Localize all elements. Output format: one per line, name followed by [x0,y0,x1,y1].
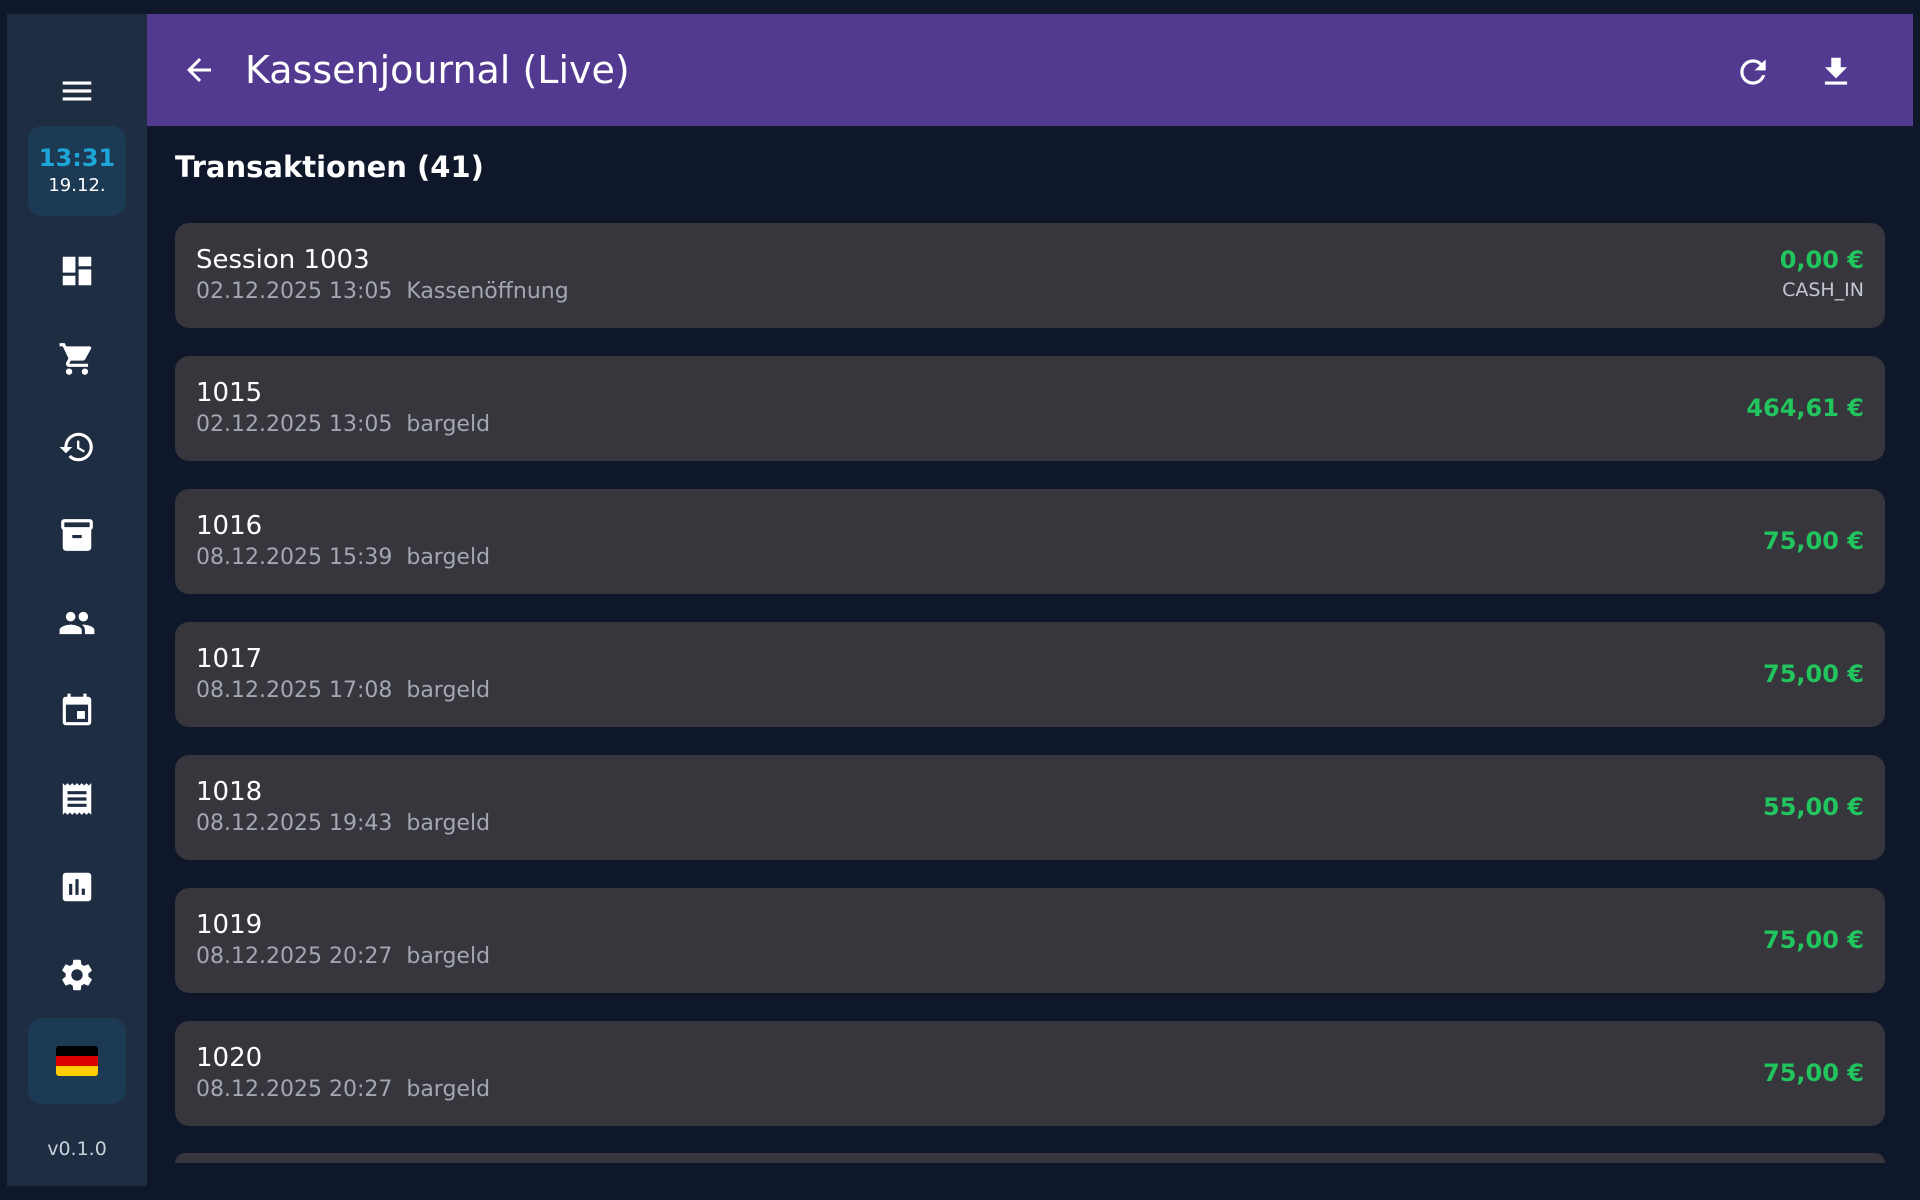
transaction-name: Session 1003 [196,245,370,275]
transaction-amount: 55,00 € [1763,793,1864,821]
download-icon [1824,57,1848,85]
transaction-datetime: 08.12.2025 20:27 [196,944,393,969]
transaction-datetime: 08.12.2025 17:08 [196,678,393,703]
nav-settings[interactable] [7,945,147,1005]
transaction-meta: 08.12.2025 20:27 bargeld [196,1077,490,1102]
refresh-icon [1740,59,1766,85]
transaction-method: bargeld [406,678,491,703]
transaction-amount: 75,00 € [1763,527,1864,555]
transaction-type: CASH_IN [1782,279,1864,301]
transaction-method: bargeld [406,1077,491,1102]
nav-dashboard[interactable] [7,241,147,301]
download-button[interactable] [1810,46,1862,98]
transaction-card[interactable]: 1020 08.12.2025 20:27 bargeld 75,00 € [175,1021,1885,1126]
nav-calendar[interactable] [7,681,147,741]
transaction-meta: 02.12.2025 13:05 Kassenöffnung [196,279,569,304]
transaction-meta: 08.12.2025 19:43 bargeld [196,811,490,836]
people-icon [59,611,95,635]
transaction-amount: 464,61 € [1746,394,1864,422]
app-bar: Kassenjournal (Live) [147,14,1913,126]
transaction-method: bargeld [406,545,491,570]
dashboard-icon [62,256,92,286]
transaction-card[interactable]: 1015 02.12.2025 13:05 bargeld 464,61 € [175,356,1885,461]
section-title: Transaktionen (41) [175,150,484,184]
transaction-name: 1015 [196,378,263,408]
transaction-name: 1017 [196,644,263,674]
transaction-datetime: 02.12.2025 13:05 [196,412,393,437]
clock-widget: 13:31 19.12. [28,126,126,216]
flag-stripe [56,1056,98,1066]
receipt-icon [62,783,92,815]
transaction-name: 1019 [196,910,263,940]
archive-icon [61,519,93,551]
clock-time: 13:31 [38,144,116,172]
menu-icon[interactable] [7,61,147,121]
transaction-name: 1020 [196,1043,263,1073]
sidebar: 13:31 19.12. v0.1.0 [7,14,147,1186]
transaction-meta: 02.12.2025 13:05 bargeld [196,412,490,437]
transaction-datetime: 08.12.2025 15:39 [196,545,393,570]
transaction-method: bargeld [406,944,491,969]
transaction-card[interactable]: 1016 08.12.2025 15:39 bargeld 75,00 € [175,489,1885,594]
transaction-meta: 08.12.2025 15:39 bargeld [196,545,490,570]
transaction-amount: 75,00 € [1763,926,1864,954]
settings-icon [62,959,92,991]
flag-stripe [56,1046,98,1056]
transaction-datetime: 08.12.2025 20:27 [196,1077,393,1102]
back-button[interactable] [175,46,223,94]
transaction-amount: 75,00 € [1763,660,1864,688]
transaction-card[interactable]: 1017 08.12.2025 17:08 bargeld 75,00 € [175,622,1885,727]
nav-cart[interactable] [7,329,147,389]
refresh-button[interactable] [1727,46,1779,98]
transaction-name: 1018 [196,777,263,807]
nav-history[interactable] [7,417,147,477]
flag-stripe [56,1066,98,1076]
transaction-datetime: 02.12.2025 13:05 [196,279,393,304]
transaction-datetime: 08.12.2025 19:43 [196,811,393,836]
transaction-method: Kassenöffnung [406,279,569,304]
next-transaction-card-edge[interactable] [175,1153,1885,1163]
nav-reports[interactable] [7,857,147,917]
transaction-name: 1016 [196,511,263,541]
transaction-meta: 08.12.2025 20:27 bargeld [196,944,490,969]
nav-archive[interactable] [7,505,147,565]
transaction-meta: 08.12.2025 17:08 bargeld [196,678,490,703]
transaction-method: bargeld [406,811,491,836]
transaction-card[interactable]: Session 1003 02.12.2025 13:05 Kassenöffn… [175,223,1885,328]
page-title: Kassenjournal (Live) [245,48,630,92]
transaction-amount: 75,00 € [1763,1059,1864,1087]
app-version: v0.1.0 [47,1138,107,1160]
transaction-card[interactable]: 1018 08.12.2025 19:43 bargeld 55,00 € [175,755,1885,860]
clock-date: 19.12. [48,175,106,196]
nav-customers[interactable] [7,593,147,653]
arrow-back-icon [187,58,211,82]
language-button[interactable] [28,1018,126,1104]
german-flag-icon [56,1046,98,1076]
transaction-method: bargeld [406,412,491,437]
transaction-amount: 0,00 € [1779,246,1864,274]
transaction-card[interactable]: 1019 08.12.2025 20:27 bargeld 75,00 € [175,888,1885,993]
calendar-icon [62,693,92,726]
history-icon [59,432,93,462]
report-icon [62,872,92,902]
cart-icon [59,343,92,375]
nav-receipts[interactable] [7,769,147,829]
